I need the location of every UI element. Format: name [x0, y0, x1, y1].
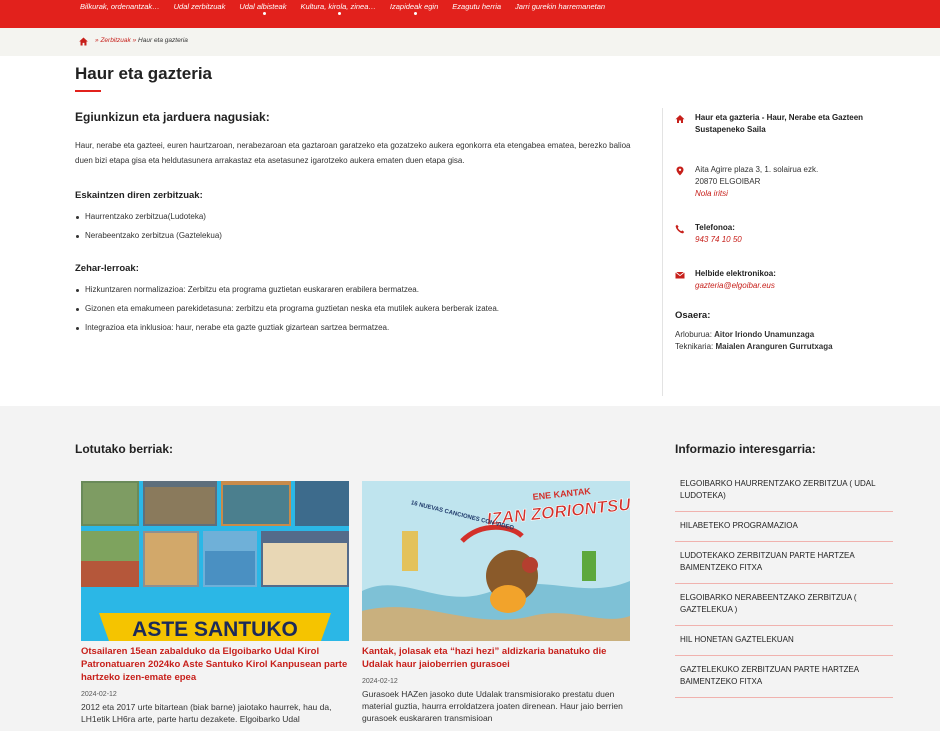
list-item: Hizkuntzaren normalizazioa: Zerbitzu eta…	[75, 285, 645, 295]
news-card-excerpt: Gurasoek HAZen jasoko dute Udalak transm…	[362, 689, 623, 723]
list-item: Nerabeentzako zerbitzua (Gaztelekua)	[75, 231, 645, 241]
breadcrumb-current: Haur eta gazteria	[138, 37, 188, 44]
list-item: Gizonen eta emakumeen parekidetasuna: ze…	[75, 304, 645, 314]
department-name: Haur eta gazteria - Haur, Nerabe eta Gaz…	[695, 113, 864, 134]
info-link[interactable]: ELGOIBARKO HAURRENTZAKO ZERBITZUA ( UDAL…	[675, 470, 893, 512]
list-item: Haurrentzako zerbitzua(Ludoteka)	[75, 212, 645, 222]
department-block: Haur eta gazteria - Haur, Nerabe eta Gaz…	[675, 112, 910, 136]
envelope-icon	[675, 271, 685, 279]
news-card-excerpt: 2012 eta 2017 urte bitartean (biak barne…	[81, 702, 332, 724]
related-news-heading: Lotutako berriak:	[75, 442, 174, 456]
cross-lines-heading: Zehar-lerroak:	[75, 263, 139, 274]
info-link[interactable]: ELGOIBARKO NERABEENTZAKO ZERBITZUA ( GAZ…	[675, 584, 893, 626]
news-image-songs[interactable]: ENE KANTAK IZAN ZORIONTSU! 16 NUEVAS CAN…	[362, 481, 630, 641]
cartoon-cover-image: ENE KANTAK IZAN ZORIONTSU! 16 NUEVAS CAN…	[362, 481, 630, 641]
staff-heading: Osaera:	[675, 310, 711, 321]
services-heading: Eskaintzen diren zerbitzuak:	[75, 190, 203, 201]
banner-text: ASTE SANTUKO	[132, 618, 298, 641]
staff-row: Teknikaria: Maialen Aranguren Gurrutxaga	[675, 341, 910, 353]
email-link[interactable]: gazteria@elgoibar.eus	[695, 281, 775, 290]
title-underline	[75, 90, 101, 92]
staff-list: Arloburua: Aitor Iriondo Unamunzaga Tekn…	[675, 329, 910, 353]
breadcrumb-link-zerbitzuak[interactable]: Zerbitzuak	[100, 37, 130, 44]
phone-block: Telefonoa: 943 74 10 50	[675, 222, 910, 246]
list-item: Integrazioa eta inklusioa: haur, nerabe …	[75, 323, 645, 333]
address-line-1: Aita Agirre plaza 3, 1. solairua ezk.	[695, 165, 819, 174]
info-list: ELGOIBARKO HAURRENTZAKO ZERBITZUA ( UDAL…	[675, 470, 893, 698]
home-icon	[675, 115, 685, 123]
info-link[interactable]: HIL HONETAN GAZTELEKUAN	[675, 626, 893, 656]
phone-label: Telefonoa:	[695, 223, 735, 232]
info-link[interactable]: HILABETEKO PROGRAMAZIOA	[675, 512, 893, 542]
services-list: Haurrentzako zerbitzua(Ludoteka) Nerabee…	[75, 212, 645, 241]
breadcrumb-separator: »	[132, 37, 137, 44]
breadcrumb: » Zerbitzuak » Haur eta gazteria	[0, 28, 940, 56]
contact-sidebar: Haur eta gazteria - Haur, Nerabe eta Gaz…	[675, 112, 910, 353]
directions-link[interactable]: Nola iritsi	[695, 189, 728, 198]
address-block: Aita Agirre plaza 3, 1. solairua ezk. 20…	[675, 164, 910, 200]
news-card-title[interactable]: Otsailaren 15ean zabalduko da Elgoibarko…	[81, 645, 349, 684]
location-pin-icon	[676, 166, 684, 176]
address-line-2: 20870 ELGOIBAR	[695, 177, 761, 186]
sidebar-divider	[662, 108, 663, 396]
staff-row: Arloburua: Aitor Iriondo Unamunzaga	[675, 329, 910, 341]
news-card[interactable]: ASTE SANTUKO Otsailaren 15ean zabalduko …	[81, 481, 349, 725]
staff-name: Aitor Iriondo Unamunzaga	[714, 330, 815, 339]
staff-name: Maialen Aranguren Gurrutxaga	[715, 342, 833, 351]
staff-role: Arloburua:	[675, 330, 712, 339]
info-link[interactable]: GAZTELEKUKO ZERBITZUAN PARTE HARTZEA BAI…	[675, 656, 893, 698]
news-card[interactable]: ENE KANTAK IZAN ZORIONTSU! 16 NUEVAS CAN…	[362, 481, 630, 724]
nav-item-kultura[interactable]: Kultura, kirola, zinea…	[300, 0, 376, 21]
home-icon[interactable]	[79, 37, 88, 46]
staff-role: Teknikaria:	[675, 342, 714, 351]
nav-item-harremanetan[interactable]: Jarri gurekin harremanetan	[515, 0, 605, 21]
nav-item-ezagutu-herria[interactable]: Ezagutu herria	[452, 0, 501, 21]
news-image-sports-camp[interactable]: ASTE SANTUKO	[81, 481, 349, 641]
breadcrumb-separator: »	[95, 37, 99, 44]
email-label: Helbide elektronikoa:	[695, 269, 776, 278]
top-navigation-bar: Bilkurak, ordenantzak… Udal zerbitzuak U…	[0, 0, 940, 28]
sports-collage-image: ASTE SANTUKO	[81, 481, 349, 641]
nav-item-bilkurak[interactable]: Bilkurak, ordenantzak…	[80, 0, 160, 21]
nav-item-udal-albisteak[interactable]: Udal albisteak	[239, 0, 286, 21]
news-card-date: 2024-02-12	[362, 678, 398, 685]
info-link[interactable]: LUDOTEKAKO ZERBITZUAN PARTE HARTZEA BAIM…	[675, 542, 893, 584]
page-title: Haur eta gazteria	[75, 64, 212, 83]
phone-icon	[675, 224, 685, 234]
cross-lines-list: Hizkuntzaren normalizazioa: Zerbitzu eta…	[75, 285, 645, 333]
email-block: Helbide elektronikoa: gazteria@elgoibar.…	[675, 268, 910, 292]
main-content: Egiunkizun eta jarduera nagusiak: Haur, …	[75, 110, 645, 342]
phone-link[interactable]: 943 74 10 50	[695, 235, 742, 244]
main-description: Haur, nerabe eta gazteei, euren haurtzar…	[75, 141, 631, 165]
nav-item-izapideak[interactable]: Izapideak egin	[390, 0, 438, 21]
news-card-date: 2024-02-12	[81, 691, 117, 698]
news-card-title[interactable]: Kantak, jolasak eta “hazi hezi” aldizkar…	[362, 645, 630, 671]
nav-item-udal-zerbitzuak[interactable]: Udal zerbitzuak	[174, 0, 226, 21]
main-heading: Egiunkizun eta jarduera nagusiak:	[75, 110, 270, 124]
info-heading: Informazio interesgarria:	[675, 442, 816, 456]
